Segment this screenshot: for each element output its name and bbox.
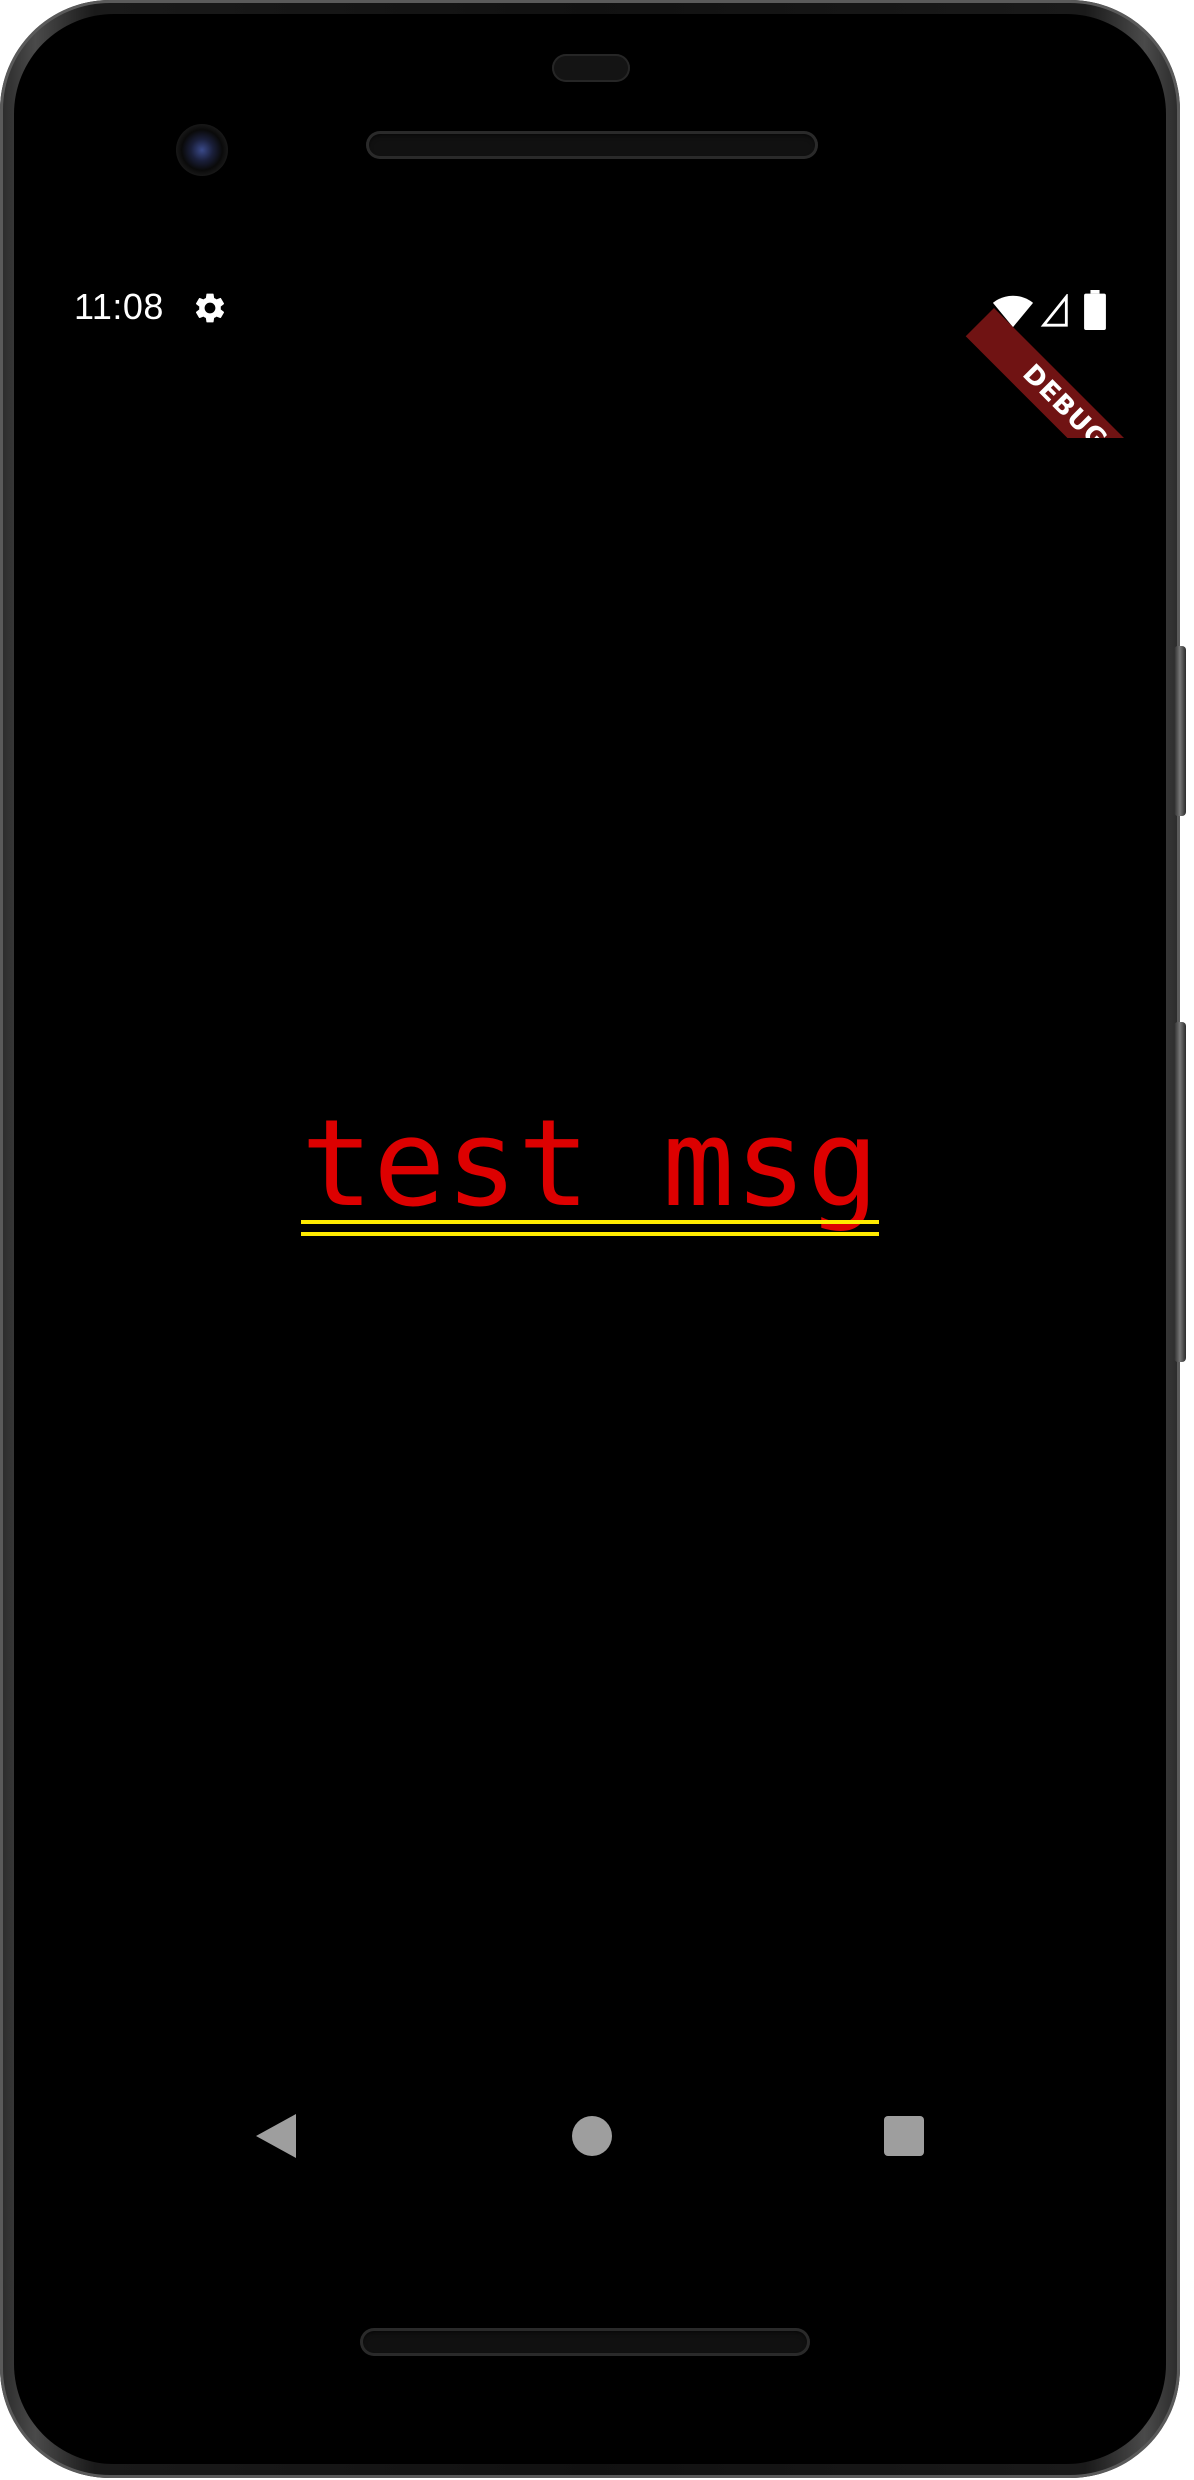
back-icon[interactable] — [256, 2114, 296, 2158]
bottom-speaker — [360, 2328, 810, 2356]
message-text: test msg — [301, 1095, 879, 1234]
recents-icon[interactable] — [884, 2116, 924, 2156]
app-screen — [44, 262, 1136, 2252]
message-underline-second — [301, 1232, 879, 1236]
message-text-wrapper: test msg — [301, 1100, 879, 1236]
status-time: 11:08 — [74, 286, 164, 327]
proximity-sensor — [552, 54, 630, 82]
gear-icon — [195, 293, 225, 323]
power-button — [1174, 646, 1186, 816]
message-container: test msg — [0, 1100, 1180, 1236]
earpiece-speaker — [366, 131, 818, 159]
phone-frame: 11:08 DEBUG test msg — [0, 0, 1186, 2478]
home-icon[interactable] — [572, 2116, 612, 2156]
navigation-bar — [44, 2100, 1136, 2170]
message-underline — [301, 1220, 879, 1224]
debug-label: DEBUG — [965, 308, 1136, 438]
debug-banner: DEBUG — [960, 262, 1136, 438]
front-camera — [176, 124, 228, 176]
